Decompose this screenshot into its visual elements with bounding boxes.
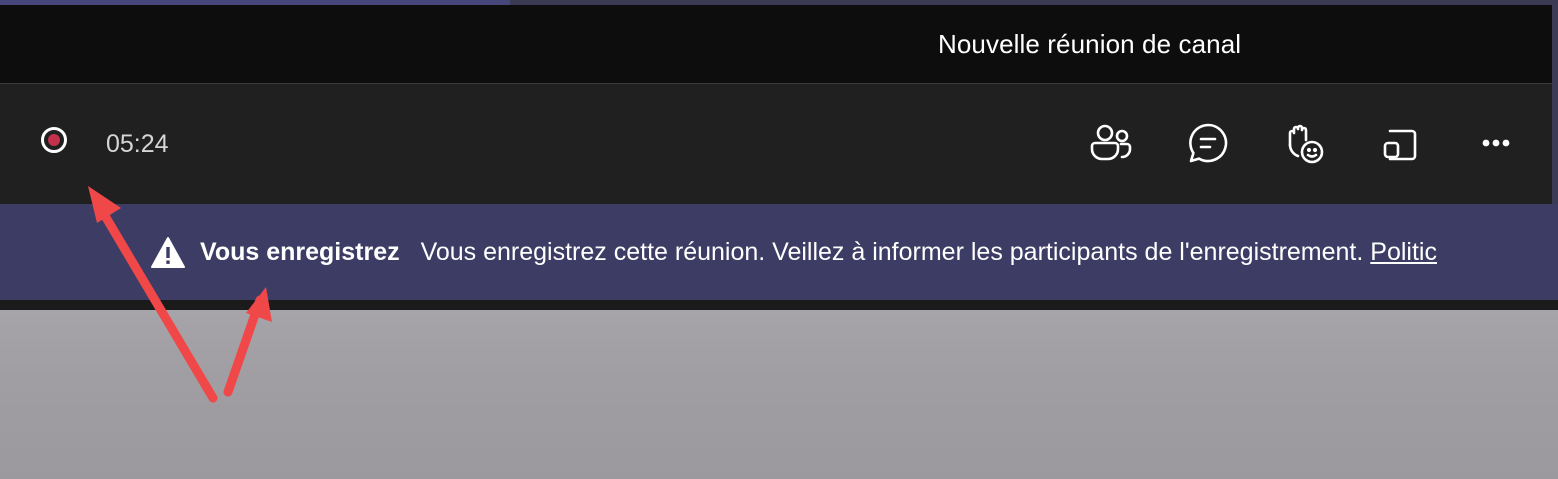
meeting-stage: [0, 310, 1558, 479]
stage-separator: [0, 300, 1558, 310]
meeting-timer: 05:24: [106, 130, 169, 158]
participants-button[interactable]: [1087, 119, 1135, 167]
recording-notice-heading: Vous enregistrez: [200, 238, 400, 266]
title-bar: Nouvelle réunion de canal: [0, 5, 1558, 84]
share-content-button[interactable]: [1376, 119, 1424, 167]
reactions-button[interactable]: [1280, 119, 1328, 167]
recording-notice-text: Vous enregistrez Vous enregistrez cette …: [200, 238, 1437, 267]
chat-icon: [1189, 123, 1228, 163]
warning-icon: [151, 237, 185, 268]
recording-notice-banner: Vous enregistrez Vous enregistrez cette …: [0, 204, 1558, 300]
more-icon: [1482, 139, 1510, 147]
more-options-button[interactable]: [1472, 119, 1520, 167]
chat-button[interactable]: [1184, 119, 1232, 167]
meeting-title: Nouvelle réunion de canal: [938, 29, 1242, 59]
recording-dot: [48, 134, 60, 146]
meeting-toolbar: 05:24: [0, 84, 1552, 202]
reactions-icon: [1288, 124, 1324, 164]
recording-indicator-icon: [41, 127, 67, 153]
privacy-policy-link[interactable]: Politic: [1370, 238, 1437, 266]
participants-icon: [1090, 124, 1132, 161]
recording-notice-message: Vous enregistrez cette réunion. Veillez …: [420, 238, 1364, 266]
share-screen-icon: [1383, 129, 1417, 161]
